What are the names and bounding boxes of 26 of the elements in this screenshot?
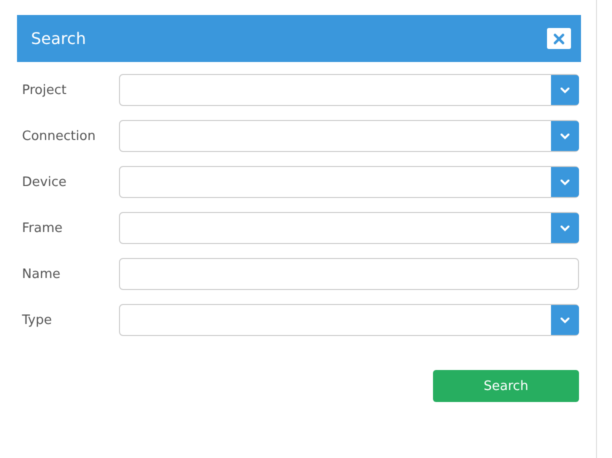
field-label: Frame	[21, 220, 64, 236]
field-label: Project	[21, 82, 68, 98]
dropdown-field[interactable]	[119, 74, 579, 106]
input-field[interactable]	[119, 258, 579, 290]
chevron-down-icon	[560, 316, 570, 324]
chevron-down-icon	[560, 132, 570, 140]
dropdown-button[interactable]	[551, 75, 579, 105]
dropdown-button[interactable]	[551, 305, 579, 335]
field-label: Device	[21, 174, 68, 190]
field-label: Connection	[21, 128, 97, 144]
dropdown-button[interactable]	[551, 167, 579, 197]
field-label: Type	[21, 312, 53, 328]
dialog-title: Search	[31, 29, 86, 48]
dropdown-button[interactable]	[551, 213, 579, 243]
chevron-down-icon	[560, 86, 570, 94]
close-button[interactable]	[547, 28, 571, 49]
search-button[interactable]: Search	[433, 370, 579, 402]
close-icon	[553, 32, 565, 44]
dropdown-field[interactable]	[119, 212, 579, 244]
chevron-down-icon	[560, 224, 570, 232]
chevron-down-icon	[560, 178, 570, 186]
dropdown-field[interactable]	[119, 166, 579, 198]
dropdown-field[interactable]	[119, 304, 579, 336]
dropdown-field[interactable]	[119, 120, 579, 152]
field-label: Name	[21, 266, 62, 282]
dropdown-button[interactable]	[551, 121, 579, 151]
